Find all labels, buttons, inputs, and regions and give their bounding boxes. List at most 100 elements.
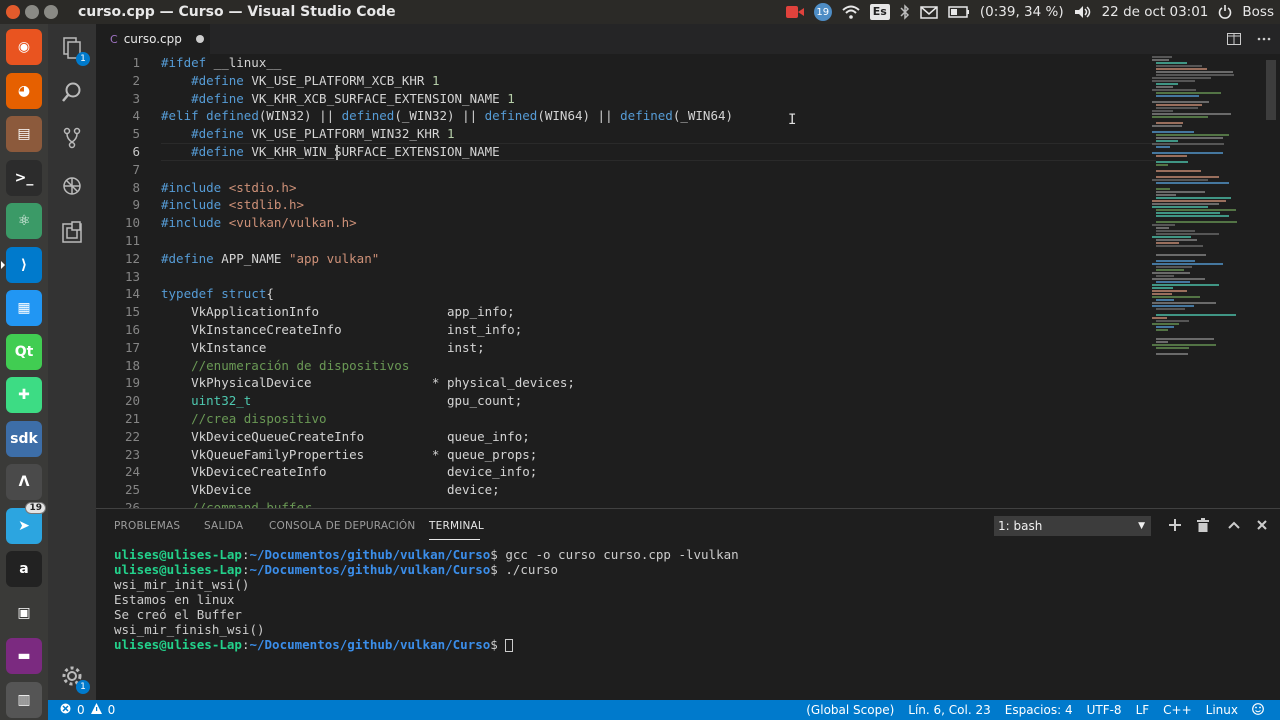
code-line[interactable]: //enumeración de dispositivos	[161, 357, 1211, 375]
tab-consola-depuracion[interactable]: CONSOLA DE DEPURACIÓN	[269, 520, 415, 532]
code-line[interactable]: VkDevice device;	[161, 481, 1211, 499]
code-line[interactable]: VkApplicationInfo app_info;	[161, 303, 1211, 321]
tab-salida[interactable]: SALIDA	[204, 520, 243, 532]
qt-creator-icon[interactable]: Qt	[6, 333, 42, 370]
arch-app-icon[interactable]: Λ	[6, 464, 42, 500]
amazon-icon[interactable]: a	[6, 551, 42, 587]
terminal-icon[interactable]: >_	[6, 159, 42, 196]
telegram-icon[interactable]: ➤ 19	[6, 501, 46, 544]
minimap-line	[1152, 116, 1208, 118]
close-panel-icon[interactable]	[1254, 517, 1270, 533]
unsaved-dot-icon[interactable]	[195, 35, 204, 43]
code-line[interactable]	[161, 232, 1211, 250]
tab-curso-cpp[interactable]: C curso.cpp	[96, 24, 210, 54]
split-editor-icon[interactable]	[1226, 31, 1242, 47]
code-line[interactable]: VkQueueFamilyProperties * queue_props;	[161, 446, 1211, 464]
minimap-line	[1152, 110, 1173, 112]
wifi-icon[interactable]	[842, 5, 860, 19]
smiley-feedback-icon[interactable]	[1252, 702, 1264, 718]
code-line[interactable]	[161, 268, 1211, 286]
code-line[interactable]: #define VK_USE_PLATFORM_XCB_KHR 1	[161, 72, 1211, 90]
line-number: 26	[124, 499, 140, 508]
terminal-output[interactable]: ulises@ulises-Lap:~/Documentos/github/vu…	[114, 547, 1264, 652]
vscode-icon[interactable]: ⟩	[1, 246, 42, 283]
terminal-select[interactable]: 1: bash ▼	[994, 516, 1151, 536]
keyboard-layout-indicator[interactable]: Es	[869, 4, 890, 20]
debug-icon[interactable]	[60, 174, 84, 198]
maximize-panel-chevron-up-icon[interactable]	[1226, 517, 1242, 533]
mail-icon[interactable]	[920, 5, 938, 19]
trash-icon[interactable]: ▥	[6, 681, 42, 718]
more-actions-icon[interactable]	[1256, 31, 1272, 47]
problems-summary[interactable]: 0 0	[60, 703, 115, 717]
tab-terminal[interactable]: TERMINAL	[429, 520, 484, 532]
power-icon[interactable]	[1218, 5, 1232, 19]
window-close-button[interactable]	[6, 5, 20, 19]
atom-icon[interactable]: ⚛	[6, 203, 42, 239]
code-line[interactable]: //command buffer	[161, 499, 1211, 508]
code-line[interactable]: #include <vulkan/vulkan.h>	[161, 214, 1211, 232]
language-mode[interactable]: C++	[1163, 703, 1192, 717]
scope-indicator[interactable]: (Global Scope)	[806, 703, 894, 717]
code-editor[interactable]: 1 2 3 4 5 6 7 8 9 10 11 12 13 14 15 16 17 18 19 20 21 22 23 24 2…	[96, 54, 1280, 508]
firefox-icon[interactable]: ◕	[6, 72, 42, 109]
code-line[interactable]: #ifdef __linux__	[161, 54, 1211, 72]
code-line[interactable]: #define APP_NAME "app vulkan"	[161, 250, 1211, 268]
blocks-app-icon[interactable]: ▦	[6, 290, 42, 326]
window-minimize-button[interactable]	[25, 5, 39, 19]
code-content[interactable]: #ifdef __linux__ #define VK_USE_PLATFORM…	[161, 54, 1211, 508]
workspace-switcher-icon[interactable]: ▣	[6, 594, 42, 631]
code-line[interactable]: uint32_t gpu_count;	[161, 392, 1211, 410]
code-line[interactable]	[161, 161, 1211, 179]
extensions-icon[interactable]	[60, 221, 84, 245]
tab-problemas[interactable]: PROBLEMAS	[114, 520, 180, 532]
search-icon[interactable]	[60, 80, 84, 104]
code-line[interactable]: #define VK_KHR_WIN_SURFACE_EXTENSION_NAM…	[161, 143, 1211, 161]
minimap-line	[1156, 233, 1219, 235]
minimap-line	[1156, 242, 1179, 244]
source-control-icon[interactable]	[60, 126, 84, 150]
encoding[interactable]: UTF-8	[1087, 703, 1122, 717]
record-icon[interactable]	[785, 5, 804, 19]
code-line[interactable]: //crea dispositivo	[161, 410, 1211, 428]
code-line[interactable]: #include <stdio.h>	[161, 179, 1211, 197]
code-line[interactable]: #define VK_USE_PLATFORM_WIN32_KHR 1	[161, 125, 1211, 143]
vertical-scrollbar[interactable]	[1266, 60, 1276, 120]
code-line[interactable]: VkInstance inst;	[161, 339, 1211, 357]
indentation[interactable]: Espacios: 4	[1005, 703, 1073, 717]
minimap-line	[1152, 302, 1216, 304]
cursor-position[interactable]: Lín. 6, Col. 23	[908, 703, 990, 717]
minimap-line	[1152, 56, 1172, 58]
code-line[interactable]: VkPhysicalDevice * physical_devices;	[161, 374, 1211, 392]
battery-icon[interactable]	[948, 6, 970, 18]
end-of-line[interactable]: LF	[1136, 703, 1150, 717]
line-number: 6	[132, 143, 140, 159]
clock[interactable]: 22 de oct 03:01	[1102, 4, 1209, 20]
kill-terminal-trash-icon[interactable]	[1195, 517, 1211, 533]
minimap[interactable]	[1152, 54, 1262, 508]
line-number: 9	[132, 197, 140, 213]
window-maximize-button[interactable]	[44, 5, 58, 19]
android-studio-icon[interactable]: ✚	[6, 377, 42, 413]
minimap-line	[1152, 101, 1209, 103]
workspace-app-icon[interactable]: ▬	[6, 638, 42, 674]
settings-gear-icon[interactable]: 1	[60, 664, 90, 694]
code-line[interactable]: VkInstanceCreateInfo inst_info;	[161, 321, 1211, 339]
code-line[interactable]: VkDeviceCreateInfo device_info;	[161, 463, 1211, 481]
platform[interactable]: Linux	[1206, 703, 1238, 717]
explorer-icon[interactable]: 1	[60, 36, 90, 66]
user-name[interactable]: Boss	[1242, 4, 1274, 20]
notification-badge[interactable]: 19	[813, 3, 832, 21]
code-line[interactable]: #include <stdlib.h>	[161, 196, 1211, 214]
files-icon[interactable]: ▤	[6, 116, 42, 152]
ubuntu-dash-icon[interactable]: ◉	[6, 29, 42, 65]
new-terminal-plus-icon[interactable]	[1167, 517, 1183, 533]
sdk-manager-icon[interactable]: sdk	[6, 420, 42, 457]
code-line[interactable]: #define VK_KHR_XCB_SURFACE_EXTENSION_NAM…	[161, 90, 1211, 108]
code-line[interactable]: #elif defined(WIN32) || defined(_WIN32) …	[161, 107, 1211, 125]
code-line[interactable]: typedef struct{	[161, 285, 1211, 303]
bluetooth-icon[interactable]	[900, 4, 910, 20]
volume-icon[interactable]	[1074, 5, 1092, 19]
code-line[interactable]: VkDeviceQueueCreateInfo queue_info;	[161, 428, 1211, 446]
activity-bar: 1 1	[48, 24, 96, 700]
